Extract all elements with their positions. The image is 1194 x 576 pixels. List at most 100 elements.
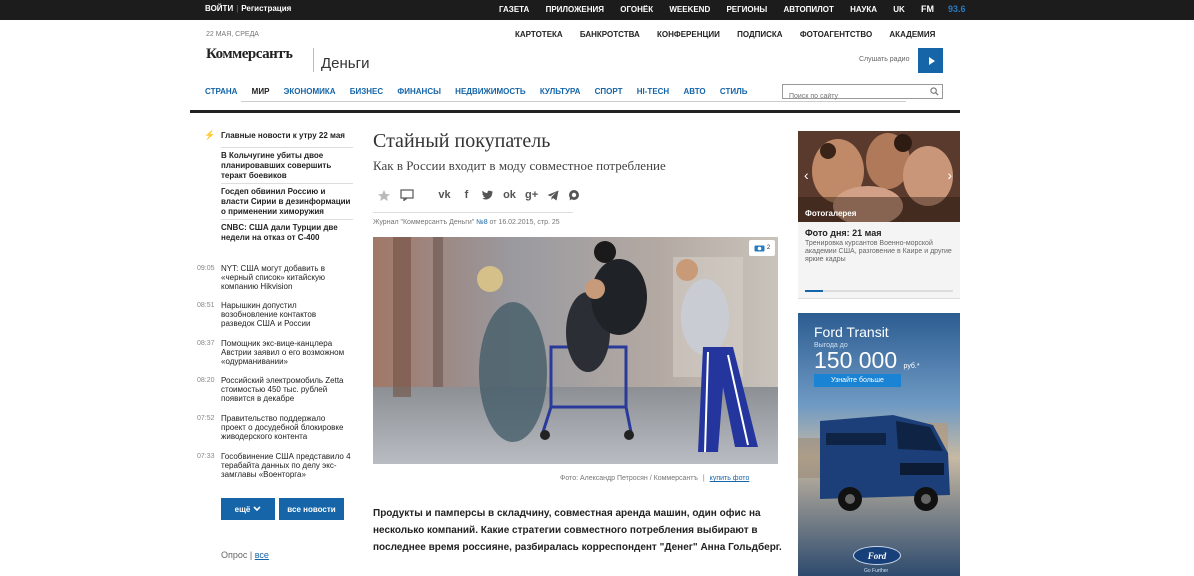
secondary-nav: КАРТОТЕКА БАНКРОТСТВА КОНФЕРЕНЦИИ ПОДПИС… xyxy=(515,30,950,39)
search-icon[interactable] xyxy=(930,87,939,96)
top-links: ГАЗЕТА ПРИЛОЖЕНИЯ ОГОНЁК WEEKEND РЕГИОНЫ… xyxy=(499,4,980,14)
buy-photo-link[interactable]: купить фото xyxy=(710,475,750,482)
more-news-button[interactable]: ещё xyxy=(221,498,275,520)
comment-icon[interactable] xyxy=(400,189,414,201)
lead-news-heading[interactable]: Главные новости к утру 22 мая xyxy=(221,131,356,140)
article-title: Стайный покупатель xyxy=(373,130,551,152)
poll-all-link[interactable]: все xyxy=(255,550,269,560)
photo-count-badge[interactable]: 2 xyxy=(749,240,775,256)
ad-learn-more-button[interactable]: Узнайте больше xyxy=(814,374,901,387)
telegram-icon[interactable] xyxy=(547,190,559,201)
article-photo[interactable]: 2 xyxy=(373,237,778,464)
secnav-subscription[interactable]: ПОДПИСКА xyxy=(737,30,783,39)
nav-world[interactable]: МИР xyxy=(252,87,270,96)
news-time: 08:20 xyxy=(197,377,215,384)
ad-currency: руб.* xyxy=(903,363,920,370)
news-headline[interactable]: Гособвинение США представило 4 терабайта… xyxy=(221,452,351,479)
radio-label: Слушать радио xyxy=(859,56,910,63)
poll-header: Опрос | все xyxy=(221,550,269,560)
top-link-gazeta[interactable]: ГАЗЕТА xyxy=(499,5,529,14)
ad-slogan: Go Further xyxy=(864,568,889,574)
lead-news-item[interactable]: Госдеп обвинил Россию и власти Сирии в д… xyxy=(221,183,353,217)
top-link-regions[interactable]: РЕГИОНЫ xyxy=(726,5,767,14)
ad-price-value: 150 000 xyxy=(814,347,898,373)
all-news-button[interactable]: все новости xyxy=(279,498,344,520)
search-box xyxy=(782,84,943,103)
secnav-academy[interactable]: АКАДЕМИЯ xyxy=(889,30,935,39)
nav-business[interactable]: БИЗНЕС xyxy=(350,87,383,96)
ad-banner[interactable]: Ford Transit Выгода до 150 000 руб.* Узн… xyxy=(798,313,960,576)
gallery-prev-icon[interactable]: ‹ xyxy=(804,167,809,183)
play-icon xyxy=(928,56,935,65)
gallery-title[interactable]: Фото дня: 21 мая xyxy=(805,228,881,238)
gallery-progress xyxy=(805,290,953,292)
secnav-bankruptcy[interactable]: БАНКРОТСТВА xyxy=(580,30,640,39)
news-time: 08:37 xyxy=(197,340,215,347)
top-link-weekend[interactable]: WEEKEND xyxy=(669,5,710,14)
article-source: Журнал "Коммерсантъ Деньги" №8 от 16.02.… xyxy=(373,219,560,226)
news-time: 07:52 xyxy=(197,415,215,422)
login-link[interactable]: ВОЙТИ xyxy=(205,4,233,13)
nav-style[interactable]: СТИЛЬ xyxy=(720,87,748,96)
more-news-label: ещё xyxy=(234,504,251,514)
secnav-kartoteka[interactable]: КАРТОТЕКА xyxy=(515,30,563,39)
nav-economy[interactable]: ЭКОНОМИКА xyxy=(284,87,336,96)
nav-realty[interactable]: НЕДВИЖИМОСТЬ xyxy=(455,87,525,96)
secnav-conferences[interactable]: КОНФЕРЕНЦИИ xyxy=(657,30,720,39)
article-lead: Продукты и памперсы в складчину, совмест… xyxy=(373,508,782,553)
section-title[interactable]: Деньги xyxy=(321,55,369,72)
gallery-next-icon[interactable]: › xyxy=(947,167,952,183)
nav-hitech[interactable]: HI-TECH xyxy=(637,87,669,96)
top-bar: ВОЙТИ | Регистрация ГАЗЕТА ПРИЛОЖЕНИЯ ОГОН… xyxy=(0,0,1194,20)
lead-news-item[interactable]: CNBC: США дали Турции две недели на отка… xyxy=(221,219,353,243)
news-headline[interactable]: Правительство поддержало проект о досуде… xyxy=(221,414,351,441)
source-journal: Журнал "Коммерсантъ Деньги" xyxy=(373,219,475,226)
top-link-uk[interactable]: UK xyxy=(893,5,905,14)
whatsapp-icon[interactable] xyxy=(568,189,580,201)
auth-links: ВОЙТИ | Регистрация xyxy=(205,4,291,13)
favorite-icon[interactable] xyxy=(377,189,391,202)
secnav-photoagency[interactable]: ФОТОАГЕНТСТВО xyxy=(800,30,872,39)
photo-credit: Фото: Александр Петросян / Коммерсантъ | к… xyxy=(560,475,749,482)
auth-separator: | xyxy=(236,4,239,13)
news-headline[interactable]: Нарышкин допустил возобновление контакто… xyxy=(221,301,351,328)
nav-sport[interactable]: СПОРТ xyxy=(595,87,623,96)
register-link[interactable]: Регистрация xyxy=(241,4,291,13)
gallery-description: Тренировка курсантов Военно-морской акад… xyxy=(805,240,952,263)
nav-culture[interactable]: КУЛЬТУРА xyxy=(540,87,581,96)
odnoklassniki-icon[interactable]: ok xyxy=(503,189,516,201)
fm-radio-link[interactable]: FM 93.6 xyxy=(921,4,966,14)
top-link-science[interactable]: НАУКА xyxy=(850,5,877,14)
twitter-icon[interactable] xyxy=(482,190,494,200)
facebook-icon[interactable]: f xyxy=(460,189,473,201)
search-input[interactable] xyxy=(783,90,923,103)
share-divider xyxy=(373,212,573,213)
news-headline[interactable]: Помощник экс-вице-канцлера Австрии заяви… xyxy=(221,339,351,366)
top-link-ogonek[interactable]: ОГОНЁК xyxy=(620,5,653,14)
chevron-down-icon xyxy=(253,506,261,512)
gallery-progress-fill xyxy=(805,290,823,292)
nav-country[interactable]: СТРАНА xyxy=(205,87,237,96)
nav-finance[interactable]: ФИНАНСЫ xyxy=(397,87,441,96)
radio-play-button[interactable] xyxy=(918,48,943,73)
article-subtitle: Как в России входит в моду совместное по… xyxy=(373,158,666,173)
vk-icon[interactable]: vk xyxy=(438,189,451,201)
nav-auto[interactable]: АВТО xyxy=(683,87,705,96)
fm-frequency: 93.6 xyxy=(948,4,966,14)
current-date: 22 МАЯ, СРЕДА xyxy=(206,31,259,38)
top-link-autopilot[interactable]: АВТОПИЛОТ xyxy=(784,5,834,14)
gallery-image[interactable]: ‹ › Фотогалерея xyxy=(798,131,960,222)
site-logo[interactable]: Коммерсантъ xyxy=(206,46,293,63)
lightning-icon: ⚡ xyxy=(204,130,216,140)
lead-news-item[interactable]: В Кольчугине убиты двое планировавших со… xyxy=(221,147,353,181)
source-issue-link[interactable]: №8 xyxy=(476,219,487,226)
top-link-apps[interactable]: ПРИЛОЖЕНИЯ xyxy=(546,5,604,14)
photo-gallery-widget[interactable]: ‹ › Фотогалерея Фото дня: 21 мая Трениро… xyxy=(798,131,960,299)
main-nav: СТРАНА МИР ЭКОНОМИКА БИЗНЕС ФИНАНСЫ НЕДВ… xyxy=(205,87,759,96)
ford-logo: Ford xyxy=(853,546,901,565)
share-bar: vk f ok g+ xyxy=(377,186,580,204)
photo-count: 2 xyxy=(766,245,771,251)
google-plus-icon[interactable]: g+ xyxy=(525,189,538,201)
news-headline[interactable]: NYT: США могут добавить в «черный список… xyxy=(221,264,351,291)
news-headline[interactable]: Российский электромобиль Zetta стоимость… xyxy=(221,376,351,403)
